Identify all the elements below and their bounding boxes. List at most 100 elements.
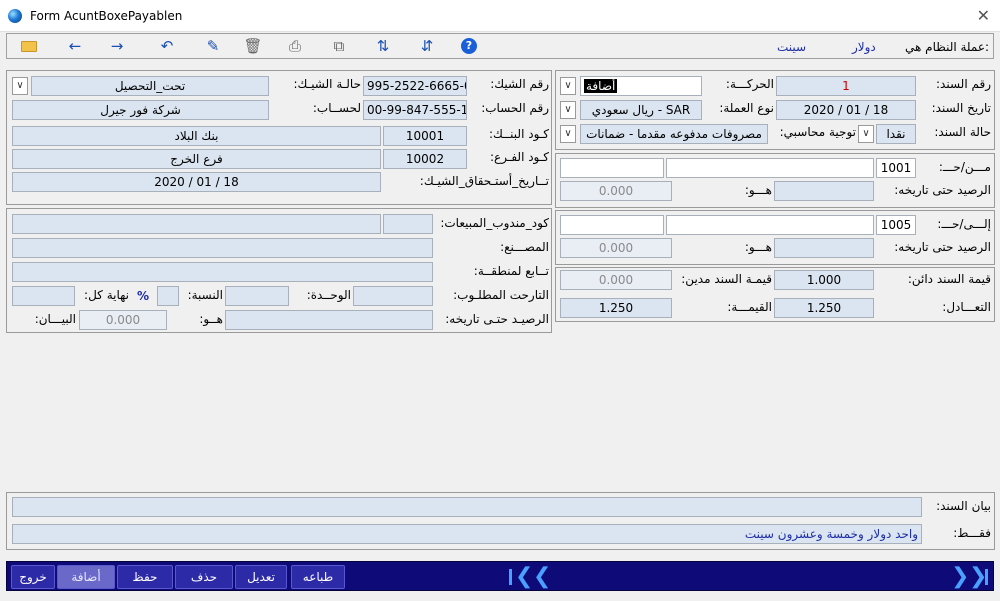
copy-icon[interactable]: ⧉ [329, 37, 349, 55]
delete-icon[interactable]: 🗑 [243, 37, 263, 55]
required-date-label: التارحت المطلـوب: [453, 288, 549, 302]
first-record-icon[interactable]: ❮ [515, 564, 533, 590]
from-account-code-field[interactable]: 1001 [876, 158, 916, 178]
from-account-name-field[interactable] [666, 158, 874, 178]
region-field[interactable] [12, 262, 433, 282]
status-dropdown-chevron-icon[interactable]: ∨ [858, 125, 874, 143]
accounting-dropdown-chevron-icon[interactable]: ∨ [560, 125, 576, 143]
add-button[interactable]: أضافة [57, 565, 115, 589]
movement-field[interactable]: أضافة [580, 76, 702, 96]
branch-code-field[interactable]: 10002 [383, 149, 467, 169]
voucher-number-label: رقم السند: [936, 77, 991, 91]
first-record-bar-icon[interactable] [509, 569, 512, 585]
credit-field[interactable]: 1.000 [774, 270, 874, 290]
ratio-field[interactable] [157, 286, 179, 306]
to-type-label: هـــو: [744, 240, 772, 254]
statement-field[interactable] [12, 497, 922, 517]
close-icon[interactable]: ✕ [977, 6, 990, 25]
amount-in-words-field: واحد دولار وخمسة وعشرون سينت [12, 524, 922, 544]
to-account-name-field[interactable] [666, 215, 874, 235]
sales-rep-code-field[interactable] [383, 214, 433, 234]
delete-button[interactable]: حذف [175, 565, 233, 589]
voucher-date-field[interactable]: 2020 / 01 / 18 [776, 100, 916, 120]
to-balance-label: الرصيد حتى تاريخه: [894, 240, 991, 254]
account-number-field[interactable]: 00-99-847-555-1 [363, 100, 467, 120]
currency-field[interactable]: ريال سعودي - SAR [580, 100, 702, 120]
statement-label: بيان السند: [936, 499, 991, 513]
due-date-field[interactable]: 2020 / 01 / 18 [12, 172, 381, 192]
sales-balance-label: الرصيـد حتـى تاريخه: [445, 312, 549, 326]
from-balance-type-field[interactable] [774, 181, 874, 201]
exit-button[interactable]: خروج [11, 565, 55, 589]
value-field[interactable]: 1.250 [560, 298, 672, 318]
unit-label: الوحــدة: [306, 288, 351, 302]
equivalent-field[interactable]: 1.250 [774, 298, 874, 318]
accounting-field[interactable]: مصروفات مدفوعه مقدما - ضمانات [580, 124, 768, 144]
undo-icon[interactable]: ↶ [157, 37, 177, 55]
edit-button[interactable]: تعديل [235, 565, 287, 589]
arrow-left-icon[interactable]: ← [65, 37, 85, 55]
debit-field: 0.000 [560, 270, 672, 290]
print-button[interactable]: طباعه [291, 565, 345, 589]
from-account-extra-field[interactable] [560, 158, 664, 178]
voucher-status-label: حالة السند: [934, 125, 991, 139]
voucher-status-field[interactable]: نقدا [876, 124, 916, 144]
region-label: تــابع لمنطقــة: [473, 264, 549, 278]
currency-minor: سينت [777, 40, 807, 54]
credit-label: قيمة السند دائن: [907, 272, 991, 286]
bottom-action-bar: خروج أضافة حفظ حذف تعديل طباعه ❮ ❮ ❯ ❯ [6, 561, 994, 591]
end-field[interactable] [12, 286, 75, 306]
account-number-label: رقم الحساب: [481, 101, 549, 115]
folder-icon[interactable] [21, 41, 37, 52]
sales-balance-field: 0.000 [79, 310, 167, 330]
voucher-number-field[interactable]: 1 [776, 76, 916, 96]
to-account-extra-field[interactable] [560, 215, 664, 235]
cheque-status-label: حالـة الشيـك: [293, 77, 361, 91]
cheque-panel: رقم الشيك: 995-2522-6665-0 حالـة الشيـك:… [6, 70, 552, 205]
factory-label: المصـــنع: [500, 240, 549, 254]
sort-desc-icon[interactable]: ⇵ [417, 37, 437, 55]
factory-field[interactable] [12, 238, 433, 258]
beneficiary-label: لحســاب: [312, 101, 361, 115]
unit-field[interactable] [225, 286, 289, 306]
save-button[interactable]: حفظ [117, 565, 173, 589]
value-label: القيمـــة: [727, 300, 772, 314]
next-record-icon[interactable]: ❯ [951, 564, 969, 590]
previous-record-icon[interactable]: ❮ [533, 564, 551, 590]
movement-label: الحركـــة: [725, 77, 774, 91]
movement-dropdown-chevron-icon[interactable]: ∨ [560, 77, 576, 95]
branch-name-field[interactable]: فرع الخرج [12, 149, 381, 169]
edit-icon[interactable]: ✎ [203, 37, 223, 55]
voucher-date-label: تاريخ السند: [931, 101, 991, 115]
system-currency-label: عملة النظام هي: [905, 40, 990, 54]
to-balance-type-field[interactable] [774, 238, 874, 258]
end-label: نهاية كل: [84, 288, 129, 302]
required-date-field[interactable] [353, 286, 433, 306]
sales-panel: كود_مندوب_المبيعات: المصـــنع: تــابع لم… [6, 208, 552, 333]
percent-sign: % [131, 286, 155, 306]
arrow-right-icon[interactable]: → [107, 37, 127, 55]
window-title: Form AcuntBoxePayablen [30, 9, 183, 23]
from-type-label: هـــو: [744, 183, 772, 197]
cheque-number-field[interactable]: 995-2522-6665-0 [363, 76, 467, 96]
cheque-status-field[interactable]: تحت_التحصيل [31, 76, 269, 96]
bank-name-field[interactable]: بنك البلاد [12, 126, 381, 146]
print-icon[interactable]: ⎙ [285, 37, 305, 55]
last-record-bar-icon[interactable] [985, 569, 988, 585]
debit-label: قيمـة السند مدين: [681, 272, 772, 286]
to-account-code-field[interactable]: 1005 [876, 215, 916, 235]
beneficiary-field[interactable]: شركة فور جيرل [12, 100, 269, 120]
sales-balance-type-field[interactable] [225, 310, 433, 330]
cheque-number-label: رقم الشيك: [490, 77, 549, 91]
voucher-header-panel: رقم السند: 1 الحركـــة: أضافة ∨ تاريخ ال… [555, 70, 995, 150]
currency-label: نوع العملة: [719, 101, 774, 115]
sales-rep-name-field[interactable] [12, 214, 381, 234]
from-balance-label: الرصيد حتى تاريخه: [894, 183, 991, 197]
sort-asc-icon[interactable]: ⇅ [373, 37, 393, 55]
help-icon[interactable]: ? [461, 38, 477, 54]
currency-major: دولار [852, 40, 876, 54]
currency-dropdown-chevron-icon[interactable]: ∨ [560, 101, 576, 119]
cheque-status-dropdown-chevron-icon[interactable]: ∨ [12, 77, 28, 95]
title-bar: Form AcuntBoxePayablen ✕ [0, 0, 1000, 32]
bank-code-field[interactable]: 10001 [383, 126, 467, 146]
